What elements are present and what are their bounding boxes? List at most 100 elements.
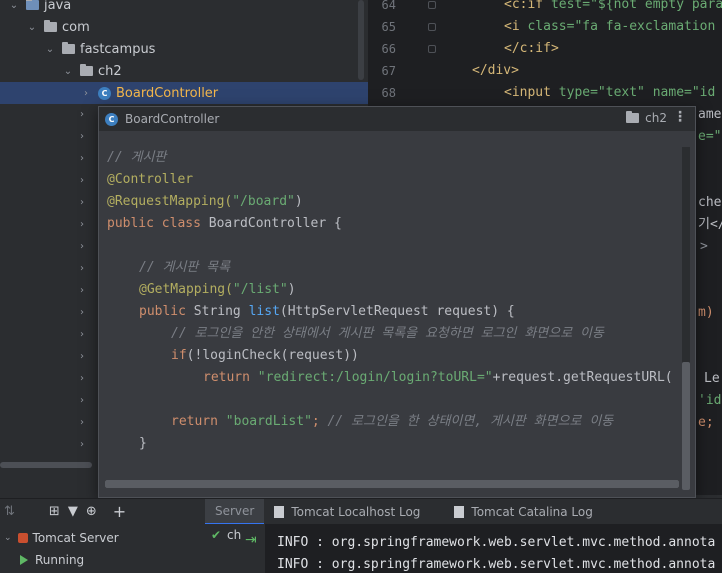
chevron-right-icon[interactable]: › bbox=[80, 280, 92, 302]
deployment-panel: ✔ ch ⇥ bbox=[205, 524, 265, 573]
tree-item-label: ch2 bbox=[98, 63, 122, 79]
popup-header: C BoardController ch2 ⋮ bbox=[99, 107, 695, 131]
tree-item-label: fastcampus bbox=[80, 41, 156, 57]
folder-icon bbox=[62, 42, 75, 54]
popup-code[interactable]: // 게시판 @Controller @RequestMapping("/boa… bbox=[107, 147, 683, 477]
package-icon bbox=[626, 111, 640, 123]
quick-definition-popup[interactable]: C BoardController ch2 ⋮ // 게시판 @Controll… bbox=[98, 106, 696, 498]
chevron-right-icon[interactable]: › bbox=[80, 236, 92, 258]
tree-item-ch2[interactable]: ⌄ ch2 bbox=[62, 60, 122, 82]
chevron-right-icon[interactable]: › bbox=[80, 412, 92, 434]
chevron-right-icon[interactable]: › bbox=[80, 368, 92, 390]
tree-item-label: BoardController bbox=[116, 85, 219, 101]
code-line: <input type="text" name="id bbox=[504, 85, 716, 100]
tab-server[interactable]: Server bbox=[205, 498, 265, 525]
folder-icon bbox=[26, 0, 39, 10]
tree-horizontal-scrollbar[interactable] bbox=[0, 462, 92, 468]
class-icon: C bbox=[98, 86, 111, 100]
chevron-down-icon[interactable]: ⌄ bbox=[44, 43, 56, 55]
code-line: @Controller bbox=[107, 172, 194, 187]
more-options-icon[interactable]: ⋮ bbox=[673, 109, 687, 125]
group-icon[interactable]: ⊞ bbox=[49, 504, 60, 519]
popup-vertical-scrollbar-thumb[interactable] bbox=[682, 362, 690, 490]
line-number: 65 bbox=[381, 20, 396, 34]
tab-tomcat-localhost-log[interactable]: Tomcat Localhost Log bbox=[264, 499, 430, 525]
code-line: return "boardList"; // 로그인을 한 상태이면, 게시판 … bbox=[171, 414, 614, 429]
popup-package[interactable]: ch2 bbox=[626, 111, 667, 125]
tree-item-java[interactable]: ⌄ java bbox=[8, 0, 71, 16]
chevron-right-icon[interactable]: › bbox=[80, 324, 92, 346]
log-line: INFO : org.springframework.web.servlet.m… bbox=[277, 535, 716, 550]
code-fragment: 기</ bbox=[698, 217, 722, 232]
chevron-right-icon[interactable]: › bbox=[80, 390, 92, 412]
class-icon: C bbox=[105, 112, 118, 126]
code-line: </div> bbox=[472, 63, 519, 78]
collapsed-tree-arrows: › › › › › › › › › › › › › › › › bbox=[80, 104, 92, 456]
code-line: </c:if> bbox=[504, 41, 559, 56]
line-number: 66 bbox=[381, 42, 396, 56]
chevron-right-icon[interactable]: › bbox=[80, 126, 92, 148]
log-file-icon bbox=[274, 505, 285, 518]
code-line: // 로그인을 안한 상태에서 게시판 목록을 요청하면 로그인 화면으로 이동 bbox=[171, 326, 604, 341]
filter-icon[interactable]: ▼ bbox=[68, 504, 78, 519]
code-line: public String list(HttpServletRequest re… bbox=[139, 304, 515, 319]
services-tree: ⌄ Tomcat Server Running bbox=[0, 524, 205, 573]
chevron-right-icon[interactable]: › bbox=[80, 148, 92, 170]
check-icon: ✔ bbox=[211, 528, 222, 542]
code-line: <c:if test="${not empty para bbox=[504, 0, 722, 12]
chevron-right-icon[interactable]: › bbox=[80, 214, 92, 236]
add-service-icon[interactable]: + bbox=[113, 502, 126, 521]
service-running[interactable]: Running bbox=[20, 549, 84, 571]
chevron-right-icon[interactable]: › bbox=[80, 192, 92, 214]
chevron-down-icon[interactable]: ⌄ bbox=[26, 21, 38, 33]
code-line: // 게시판 목록 bbox=[139, 260, 231, 275]
fold-marker-icon[interactable] bbox=[428, 23, 436, 31]
fold-marker-icon[interactable] bbox=[428, 45, 436, 53]
chevron-right-icon[interactable]: › bbox=[80, 346, 92, 368]
chevron-down-icon[interactable]: ⌄ bbox=[8, 0, 20, 11]
code-fragment: ame= bbox=[698, 107, 722, 122]
log-output[interactable]: INFO : org.springframework.web.servlet.m… bbox=[265, 524, 722, 573]
chevron-right-icon[interactable]: › bbox=[80, 170, 92, 192]
log-line: INFO : org.springframework.web.servlet.m… bbox=[277, 557, 716, 572]
tree-scrollbar[interactable] bbox=[358, 0, 364, 80]
popup-horizontal-scrollbar-thumb[interactable] bbox=[105, 480, 679, 488]
code-line: return "redirect:/login/login?toURL="+re… bbox=[203, 370, 673, 385]
chevron-right-icon[interactable]: › bbox=[80, 104, 92, 126]
chevron-right-icon[interactable]: › bbox=[80, 434, 92, 456]
tree-item-com[interactable]: ⌄ com bbox=[26, 16, 90, 38]
services-toolbar: ⇅ ⊞ ▼ ⊕ + bbox=[0, 498, 205, 524]
folder-icon bbox=[44, 20, 57, 32]
code-fragment: che bbox=[698, 195, 722, 210]
code-fragment: e; bbox=[698, 415, 714, 430]
chevron-right-icon[interactable]: › bbox=[80, 87, 92, 99]
package-label: ch2 bbox=[645, 111, 667, 125]
service-tomcat-server[interactable]: ⌄ Tomcat Server bbox=[4, 527, 119, 549]
code-line: if(!loginCheck(request)) bbox=[171, 348, 359, 363]
line-number: 67 bbox=[381, 64, 396, 78]
line-number: 64 bbox=[381, 0, 396, 12]
fold-marker-icon[interactable] bbox=[428, 1, 436, 9]
chevron-down-icon[interactable]: ⌄ bbox=[62, 65, 74, 77]
code-fragment: 'id- bbox=[698, 393, 722, 408]
deployment-label[interactable]: ch bbox=[227, 528, 241, 542]
chevron-down-icon[interactable]: ⌄ bbox=[4, 533, 12, 543]
chevron-right-icon[interactable]: › bbox=[80, 302, 92, 324]
chevron-right-icon[interactable]: › bbox=[80, 258, 92, 280]
code-line: <i class="fa fa-exclamation bbox=[504, 19, 716, 34]
tree-item-boardcontroller[interactable]: › C BoardController bbox=[0, 82, 368, 104]
new-tab-icon[interactable]: ⊕ bbox=[86, 504, 97, 519]
redeploy-icon[interactable]: ⇥ bbox=[245, 532, 257, 548]
run-icon bbox=[20, 555, 28, 565]
code-fragment: m) bbox=[698, 305, 714, 320]
service-label: Running bbox=[35, 553, 85, 567]
tree-item-fastcampus[interactable]: ⌄ fastcampus bbox=[44, 38, 156, 60]
code-line: @GetMapping("/list") bbox=[139, 282, 296, 297]
expand-collapse-icon[interactable]: ⇅ bbox=[4, 504, 15, 519]
line-number: 68 bbox=[381, 86, 396, 100]
log-file-icon bbox=[454, 505, 465, 518]
tab-tomcat-catalina-log[interactable]: Tomcat Catalina Log bbox=[444, 499, 602, 525]
folder-icon bbox=[80, 64, 93, 76]
tree-item-label: com bbox=[62, 19, 90, 35]
code-fragment: e=" bbox=[698, 129, 722, 144]
